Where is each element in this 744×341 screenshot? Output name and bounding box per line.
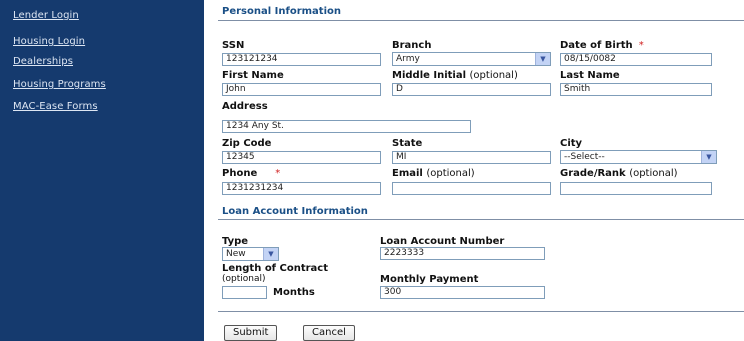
- address-label: Address: [222, 101, 268, 112]
- grade-label: Grade/Rank (optional): [560, 168, 678, 179]
- cancel-button[interactable]: Cancel: [303, 325, 355, 341]
- last-name-label: Last Name: [560, 70, 620, 81]
- type-select[interactable]: New ▼: [222, 247, 279, 261]
- first-name-input[interactable]: John: [222, 83, 381, 96]
- ssn-input[interactable]: 123121234: [222, 53, 381, 66]
- sidebar-item-mac-ease-forms[interactable]: MAC-Ease Forms: [13, 101, 98, 112]
- required-marker: *: [275, 168, 281, 179]
- zip-input[interactable]: 12345: [222, 151, 381, 164]
- account-number-label: Loan Account Number: [380, 236, 505, 247]
- sidebar-item-housing-programs[interactable]: Housing Programs: [13, 79, 106, 90]
- email-input[interactable]: [392, 182, 551, 195]
- phone-label: Phone *: [222, 168, 281, 179]
- account-number-input[interactable]: 2223333: [380, 247, 545, 260]
- section-divider: [218, 20, 744, 21]
- address-input[interactable]: 1234 Any St.: [222, 120, 471, 133]
- sidebar: Lender Login Housing Login Dealerships H…: [0, 0, 204, 341]
- grade-input[interactable]: [560, 182, 712, 195]
- months-unit-label: Months: [273, 287, 315, 298]
- type-label: Type: [222, 236, 249, 247]
- length-label: Length of Contract: [222, 263, 329, 274]
- sidebar-item-dealerships[interactable]: Dealerships: [13, 56, 73, 67]
- loan-info-title: Loan Account Information: [222, 206, 368, 217]
- zip-label: Zip Code: [222, 138, 272, 149]
- length-optional-note: (optional): [222, 274, 266, 284]
- ssn-label: SSN: [222, 40, 245, 51]
- dob-input[interactable]: 08/15/0082: [560, 53, 712, 66]
- chevron-down-icon: ▼: [701, 151, 716, 163]
- required-marker: *: [638, 40, 644, 51]
- section-divider: [218, 219, 744, 220]
- phone-input[interactable]: 1231231234: [222, 182, 381, 195]
- main-form: Personal Information SSN Branch Date of …: [204, 0, 744, 341]
- length-input[interactable]: [222, 286, 267, 299]
- city-label: City: [560, 138, 583, 149]
- sidebar-item-housing-login[interactable]: Housing Login: [13, 36, 85, 47]
- section-divider: [218, 311, 744, 312]
- dob-label: Date of Birth *: [560, 40, 644, 51]
- email-label: Email (optional): [392, 168, 475, 179]
- sidebar-item-lender-login[interactable]: Lender Login: [13, 10, 79, 21]
- state-label: State: [392, 138, 423, 149]
- branch-label: Branch: [392, 40, 432, 51]
- monthly-payment-input[interactable]: 300: [380, 286, 545, 299]
- city-select[interactable]: --Select-- ▼: [560, 150, 717, 164]
- branch-select[interactable]: Army ▼: [392, 52, 551, 66]
- monthly-payment-label: Monthly Payment: [380, 274, 479, 285]
- state-input[interactable]: MI: [392, 151, 551, 164]
- first-name-label: First Name: [222, 70, 284, 81]
- chevron-down-icon: ▼: [535, 53, 550, 65]
- chevron-down-icon: ▼: [263, 248, 278, 260]
- submit-button[interactable]: Submit: [224, 325, 278, 341]
- last-name-input[interactable]: Smith: [560, 83, 712, 96]
- middle-initial-label: Middle Initial (optional): [392, 70, 518, 81]
- middle-initial-input[interactable]: D: [392, 83, 551, 96]
- personal-info-title: Personal Information: [222, 6, 341, 17]
